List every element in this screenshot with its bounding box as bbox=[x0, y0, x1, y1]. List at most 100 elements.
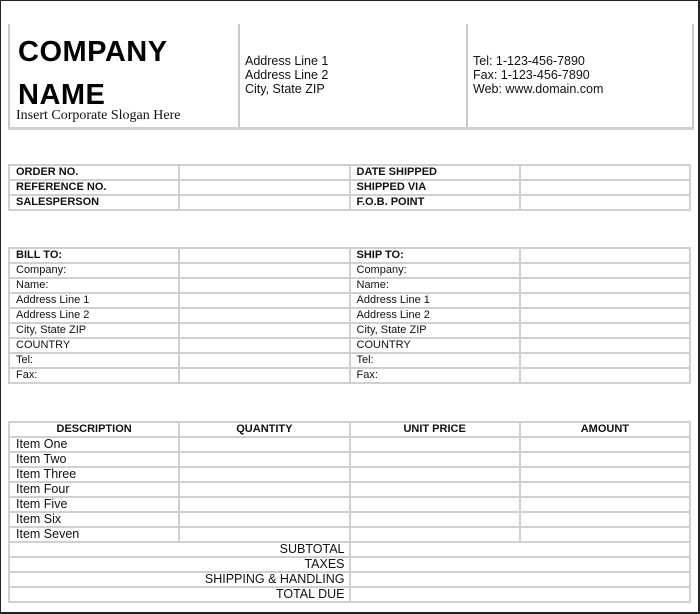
ship-to-title: SHIP TO: bbox=[350, 249, 519, 262]
bill-ship-table: BILL TO: SHIP TO: Company: Company: Name: N… bbox=[8, 247, 691, 384]
item-description: Item Three bbox=[10, 468, 179, 481]
fob-point-field[interactable] bbox=[520, 196, 689, 209]
item-amount-field[interactable] bbox=[520, 498, 689, 511]
bill-to-field[interactable] bbox=[180, 264, 349, 277]
reference-no-field[interactable] bbox=[180, 181, 349, 194]
bill-to-label: Company: bbox=[10, 264, 179, 277]
ship-to-field[interactable] bbox=[520, 249, 689, 262]
ship-to-field[interactable] bbox=[520, 309, 689, 322]
bill-to-label: COUNTRY bbox=[10, 339, 179, 352]
address-line-2: Address Line 2 bbox=[245, 68, 329, 82]
shipped-via-label: SHIPPED VIA bbox=[350, 181, 519, 194]
address-line-1: Address Line 1 bbox=[245, 54, 329, 68]
ship-to-field[interactable] bbox=[520, 294, 689, 307]
totals-value-field[interactable] bbox=[350, 558, 689, 571]
item-amount-field[interactable] bbox=[520, 513, 689, 526]
company-name-line1: COMPANY bbox=[18, 36, 168, 68]
order-no-field[interactable] bbox=[180, 166, 349, 179]
ship-to-label: Fax: bbox=[350, 369, 519, 382]
date-shipped-field[interactable] bbox=[520, 166, 689, 179]
item-amount-field[interactable] bbox=[520, 528, 689, 541]
bill-to-field[interactable] bbox=[180, 369, 349, 382]
item-description: Item Two bbox=[10, 453, 179, 466]
item-unit-price-field[interactable] bbox=[350, 468, 519, 481]
item-description: Item One bbox=[10, 438, 179, 451]
item-amount-field[interactable] bbox=[520, 468, 689, 481]
totals-value-field[interactable] bbox=[350, 588, 689, 601]
line-item-row: Item Five bbox=[10, 498, 689, 511]
bill-ship-row: Tel: Tel: bbox=[10, 354, 689, 367]
item-quantity-field[interactable] bbox=[180, 438, 349, 451]
ship-to-field[interactable] bbox=[520, 339, 689, 352]
bill-to-field[interactable] bbox=[180, 249, 349, 262]
bill-to-label: Name: bbox=[10, 279, 179, 292]
ship-to-label: Name: bbox=[350, 279, 519, 292]
totals-value-field[interactable] bbox=[350, 573, 689, 586]
date-shipped-label: DATE SHIPPED bbox=[350, 166, 519, 179]
company-slogan: Insert Corporate Slogan Here bbox=[16, 108, 181, 123]
ship-to-label: Address Line 2 bbox=[350, 309, 519, 322]
line-items-header-row: DESCRIPTION QUANTITY UNIT PRICE AMOUNT bbox=[10, 423, 689, 436]
bill-to-field[interactable] bbox=[180, 309, 349, 322]
item-quantity-field[interactable] bbox=[180, 513, 349, 526]
item-quantity-field[interactable] bbox=[180, 498, 349, 511]
item-amount-field[interactable] bbox=[520, 438, 689, 451]
item-quantity-field[interactable] bbox=[180, 468, 349, 481]
shipped-via-field[interactable] bbox=[520, 181, 689, 194]
ship-to-label: Tel: bbox=[350, 354, 519, 367]
totals-label: SUBTOTAL bbox=[10, 543, 349, 556]
item-quantity-field[interactable] bbox=[180, 483, 349, 496]
item-unit-price-field[interactable] bbox=[350, 483, 519, 496]
order-info-row: SALESPERSON F.O.B. POINT bbox=[10, 196, 689, 209]
order-info-table: ORDER NO. DATE SHIPPED REFERENCE NO. SHI… bbox=[8, 164, 691, 211]
ship-to-label: Company: bbox=[350, 264, 519, 277]
item-description: Item Six bbox=[10, 513, 179, 526]
column-header-unit-price: UNIT PRICE bbox=[350, 423, 519, 436]
line-item-row: Item Three bbox=[10, 468, 689, 481]
contact-web: Web: www.domain.com bbox=[473, 82, 604, 96]
bill-to-field[interactable] bbox=[180, 324, 349, 337]
item-amount-field[interactable] bbox=[520, 453, 689, 466]
invoice-page: COMPANY NAME Insert Corporate Slogan Her… bbox=[1, 1, 698, 612]
totals-value-field[interactable] bbox=[350, 543, 689, 556]
totals-label: TOTAL DUE bbox=[10, 588, 349, 601]
ship-to-field[interactable] bbox=[520, 354, 689, 367]
reference-no-label: REFERENCE NO. bbox=[10, 181, 179, 194]
bill-to-field[interactable] bbox=[180, 354, 349, 367]
bill-to-field[interactable] bbox=[180, 279, 349, 292]
salesperson-field[interactable] bbox=[180, 196, 349, 209]
bill-ship-title-row: BILL TO: SHIP TO: bbox=[10, 249, 689, 262]
bill-ship-row: City, State ZIP City, State ZIP bbox=[10, 324, 689, 337]
item-unit-price-field[interactable] bbox=[350, 528, 519, 541]
company-address-block: Address Line 1 Address Line 2 City, Stat… bbox=[240, 24, 468, 127]
totals-label: TAXES bbox=[10, 558, 349, 571]
order-info-row: ORDER NO. DATE SHIPPED bbox=[10, 166, 689, 179]
totals-row: SUBTOTAL bbox=[10, 543, 689, 556]
ship-to-label: City, State ZIP bbox=[350, 324, 519, 337]
item-unit-price-field[interactable] bbox=[350, 513, 519, 526]
order-no-label: ORDER NO. bbox=[10, 166, 179, 179]
bill-to-label: City, State ZIP bbox=[10, 324, 179, 337]
line-item-row: Item One bbox=[10, 438, 689, 451]
ship-to-field[interactable] bbox=[520, 264, 689, 277]
item-unit-price-field[interactable] bbox=[350, 453, 519, 466]
ship-to-field[interactable] bbox=[520, 279, 689, 292]
column-header-quantity: QUANTITY bbox=[180, 423, 349, 436]
item-quantity-field[interactable] bbox=[180, 453, 349, 466]
ship-to-field[interactable] bbox=[520, 324, 689, 337]
bill-to-field[interactable] bbox=[180, 294, 349, 307]
ship-to-field[interactable] bbox=[520, 369, 689, 382]
bill-to-field[interactable] bbox=[180, 339, 349, 352]
fob-point-label: F.O.B. POINT bbox=[350, 196, 519, 209]
item-quantity-field[interactable] bbox=[180, 528, 349, 541]
line-item-row: Item Seven bbox=[10, 528, 689, 541]
ship-to-label: COUNTRY bbox=[350, 339, 519, 352]
salesperson-label: SALESPERSON bbox=[10, 196, 179, 209]
bill-to-label: Address Line 1 bbox=[10, 294, 179, 307]
item-unit-price-field[interactable] bbox=[350, 498, 519, 511]
company-name-block: COMPANY NAME Insert Corporate Slogan Her… bbox=[10, 24, 240, 127]
order-info-row: REFERENCE NO. SHIPPED VIA bbox=[10, 181, 689, 194]
item-unit-price-field[interactable] bbox=[350, 438, 519, 451]
bill-to-title: BILL TO: bbox=[10, 249, 179, 262]
item-amount-field[interactable] bbox=[520, 483, 689, 496]
